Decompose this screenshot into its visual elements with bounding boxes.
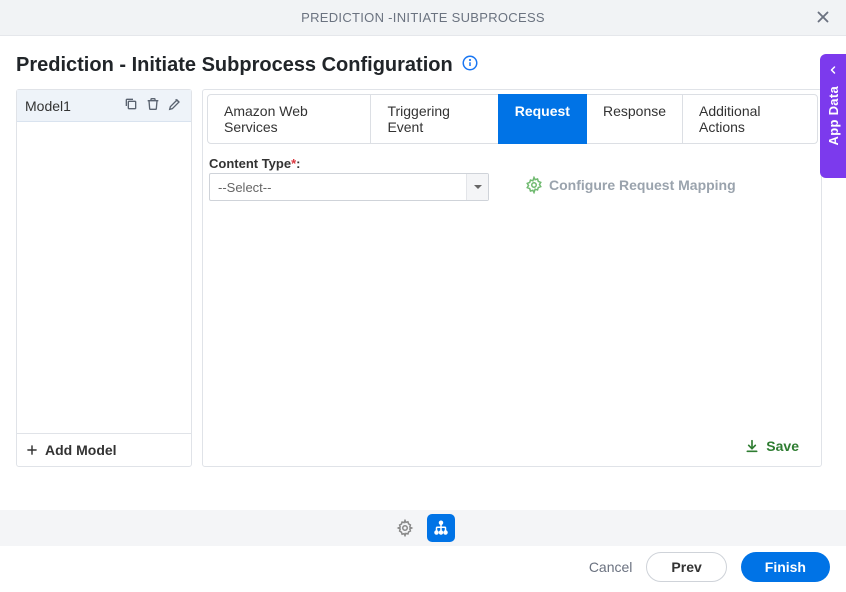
page-title: Prediction - Initiate Subprocess Configu… — [16, 54, 453, 77]
gear-icon[interactable] — [391, 514, 419, 542]
modal-header: PREDICTION -INITIATE SUBPROCESS — [0, 0, 846, 36]
content-type-select[interactable]: --Select-- — [209, 173, 489, 201]
model-name: Model1 — [25, 98, 71, 114]
tab-response[interactable]: Response — [586, 94, 683, 144]
page-title-row: Prediction - Initiate Subprocess Configu… — [16, 54, 822, 77]
configure-mapping-label: Configure Request Mapping — [549, 177, 736, 193]
app-data-tab[interactable]: App Data — [820, 54, 846, 178]
content-type-value: --Select-- — [218, 180, 271, 195]
tab-additional-actions[interactable]: Additional Actions — [682, 94, 818, 144]
tab-triggering-event[interactable]: Triggering Event — [370, 94, 498, 144]
add-model-button[interactable]: Add Model — [17, 433, 191, 466]
model-sidebar: Model1 Add Model — [16, 89, 192, 467]
tab-request[interactable]: Request — [498, 94, 587, 144]
save-button[interactable]: Save — [744, 438, 799, 454]
model-item[interactable]: Model1 — [17, 90, 191, 122]
chevron-down-icon — [466, 174, 488, 200]
copy-icon[interactable] — [123, 96, 139, 115]
edit-icon[interactable] — [167, 96, 183, 115]
modal-title: PREDICTION -INITIATE SUBPROCESS — [301, 10, 545, 25]
close-icon[interactable] — [814, 8, 832, 31]
tabs: Amazon Web Services Triggering Event Req… — [207, 94, 817, 144]
save-label: Save — [766, 438, 799, 454]
finish-button[interactable]: Finish — [741, 552, 830, 582]
footer-buttons: Cancel Prev Finish — [589, 552, 830, 582]
configure-request-mapping: Configure Request Mapping — [525, 176, 736, 194]
app-data-label: App Data — [826, 86, 841, 145]
prev-button[interactable]: Prev — [646, 552, 726, 582]
tab-aws[interactable]: Amazon Web Services — [207, 94, 371, 144]
info-icon[interactable] — [461, 54, 479, 77]
add-model-label: Add Model — [45, 442, 117, 458]
cancel-button[interactable]: Cancel — [589, 559, 633, 575]
right-panel: Amazon Web Services Triggering Event Req… — [202, 89, 822, 467]
delete-icon[interactable] — [145, 96, 161, 115]
content-type-label: Content Type*: — [209, 156, 489, 171]
bottom-toolbar — [0, 510, 846, 546]
flow-icon[interactable] — [427, 514, 455, 542]
